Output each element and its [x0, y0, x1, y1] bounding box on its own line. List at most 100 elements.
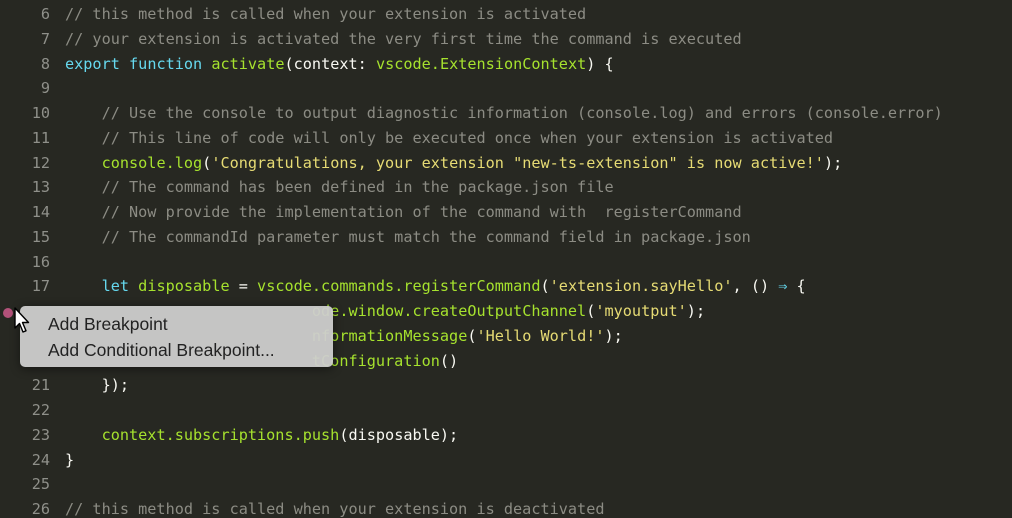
line-number[interactable]: 14: [0, 200, 50, 225]
line-number[interactable]: 8: [0, 52, 50, 77]
code-token: vscode.ExtensionContext: [375, 54, 587, 73]
code-token: }: [65, 450, 75, 469]
line-number[interactable]: 21: [0, 373, 50, 398]
code-text[interactable]: // This line of code will only be execut…: [65, 126, 834, 151]
code-line[interactable]: 11 // This line of code will only be exe…: [0, 126, 1012, 151]
code-token: });: [65, 376, 130, 395]
code-text[interactable]: // Use the console to output diagnostic …: [65, 101, 943, 126]
code-text[interactable]: let disposable = vscode.commands.registe…: [65, 274, 806, 299]
menu-item-add-conditional-breakpoint[interactable]: Add Conditional Breakpoint...: [48, 340, 275, 361]
code-line[interactable]: 7 // your extension is activated the very…: [0, 27, 1012, 52]
code-line[interactable]: 10 // Use the console to output diagnost…: [0, 101, 1012, 126]
line-number[interactable]: 10: [0, 101, 50, 126]
code-line[interactable]: 17 let disposable = vscode.commands.regi…: [0, 274, 1012, 299]
code-text[interactable]: // The commandId parameter must match th…: [65, 225, 751, 250]
code-line[interactable]: 13 // The command has been defined in th…: [0, 175, 1012, 200]
line-number[interactable]: 22: [0, 398, 50, 423]
code-token: disposable: [138, 277, 230, 296]
line-number[interactable]: 24: [0, 448, 50, 473]
code-line[interactable]: 21 });: [0, 373, 1012, 398]
code-text[interactable]: export function activate(context: vscode…: [65, 52, 614, 77]
line-number[interactable]: 17: [0, 274, 50, 299]
context-menu: Add Breakpoint Add Conditional Breakpoin…: [20, 306, 333, 367]
code-line[interactable]: 6 // this method is called when your exte…: [0, 2, 1012, 27]
code-token: // this method is called when your exten…: [65, 5, 587, 23]
code-line[interactable]: 23 context.subscriptions.push(disposable…: [0, 423, 1012, 448]
code-text[interactable]: // Now provide the implementation of the…: [65, 200, 742, 225]
mouse-pointer-icon: [14, 307, 30, 333]
code-token: (): [439, 351, 459, 370]
code-token: );: [604, 326, 623, 345]
code-token: (disposable);: [339, 425, 459, 444]
line-number[interactable]: 25: [0, 472, 50, 497]
code-text[interactable]: // this method is called when your exten…: [65, 2, 586, 27]
code-editor[interactable]: 6 // this method is called when your exte…: [0, 0, 1012, 518]
menu-item-add-breakpoint[interactable]: Add Breakpoint: [48, 314, 168, 335]
code-token: let: [101, 277, 130, 296]
code-text[interactable]: // The command has been defined in the p…: [65, 175, 614, 200]
code-text[interactable]: // this method is called when your exten…: [65, 497, 604, 518]
code-token: (: [586, 302, 596, 320]
line-number[interactable]: 13: [0, 175, 50, 200]
code-token: 'Congratulations, your extension "new-ts…: [211, 153, 824, 172]
code-token: );: [823, 153, 843, 172]
code-token: =: [229, 277, 258, 296]
code-line[interactable]: 15 // The commandId parameter must match…: [0, 225, 1012, 250]
code-token: function: [129, 54, 203, 73]
code-token: 'Hello World!': [476, 326, 605, 345]
line-number[interactable]: 6: [0, 2, 50, 27]
line-number[interactable]: 23: [0, 423, 50, 448]
line-number[interactable]: 12: [0, 151, 50, 176]
code-token: 'myoutput': [595, 302, 687, 320]
code-token: // this method is called when your exten…: [65, 500, 605, 518]
code-line[interactable]: 25: [0, 472, 1012, 497]
code-token: (context:: [284, 54, 376, 73]
code-token: activate: [211, 54, 285, 73]
code-token: {: [787, 277, 806, 296]
code-line[interactable]: 26 // this method is called when your ext…: [0, 497, 1012, 518]
breakpoint-dot-icon[interactable]: [3, 308, 13, 318]
line-number[interactable]: 9: [0, 76, 50, 101]
code-lines: 6 // this method is called when your exte…: [0, 2, 1012, 518]
code-token: // The command has been defined in the p…: [101, 178, 614, 197]
code-line[interactable]: 12 console.log('Congratulations, your ex…: [0, 151, 1012, 176]
code-text[interactable]: // your extension is activated the very …: [65, 27, 742, 52]
code-token: // your extension is activated the very …: [65, 29, 742, 48]
code-line[interactable]: 9: [0, 76, 1012, 101]
code-text[interactable]: context.subscriptions.push(disposable);: [65, 423, 459, 448]
code-token: console.log: [101, 153, 203, 172]
code-line[interactable]: 22: [0, 398, 1012, 423]
code-token: nformationMessage: [311, 326, 468, 345]
code-token: (: [202, 153, 212, 172]
code-token: ) {: [586, 54, 614, 73]
code-text[interactable]: });: [65, 373, 129, 398]
code-token: // This line of code will only be execut…: [101, 128, 834, 147]
code-token: vscode.commands.registerCommand: [257, 277, 541, 296]
code-token: 'extension.sayHello': [549, 277, 733, 296]
code-text[interactable]: }: [65, 448, 74, 473]
line-number[interactable]: 7: [0, 27, 50, 52]
line-number[interactable]: 16: [0, 250, 50, 275]
code-token: );: [686, 302, 706, 320]
code-line[interactable]: 16: [0, 250, 1012, 275]
code-token: , (): [732, 277, 779, 296]
line-number[interactable]: 11: [0, 126, 50, 151]
line-number[interactable]: 26: [0, 497, 50, 518]
code-line[interactable]: 8 export function activate(context: vscod…: [0, 52, 1012, 77]
code-token: // Use the console to output diagnostic …: [101, 104, 943, 122]
code-line[interactable]: 14 // Now provide the implementation of …: [0, 200, 1012, 225]
code-line[interactable]: 24}: [0, 448, 1012, 473]
line-number[interactable]: 15: [0, 225, 50, 250]
code-token: (: [540, 277, 550, 296]
code-text[interactable]: console.log('Congratulations, your exten…: [65, 151, 843, 176]
